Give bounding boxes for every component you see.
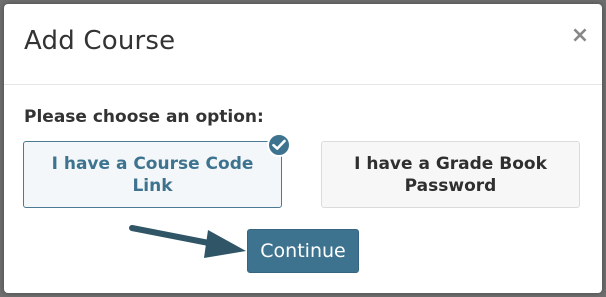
check-icon [267, 133, 291, 157]
option-grade-book-password[interactable]: I have a Grade Book Password [321, 141, 580, 208]
close-icon[interactable]: × [570, 24, 590, 48]
dialog-title: Add Course [24, 26, 176, 56]
continue-button[interactable]: Continue [247, 229, 359, 273]
option-label: I have a Course Code Link [51, 153, 254, 196]
option-course-code-link[interactable]: I have a Course Code Link [23, 141, 282, 208]
option-prompt: Please choose an option: [24, 107, 264, 127]
arrow-icon [129, 225, 246, 258]
dialog-header: Add Course × [4, 4, 602, 85]
add-course-dialog: Add Course × Please choose an option: I … [4, 4, 602, 293]
option-label: I have a Grade Book Password [354, 153, 547, 196]
